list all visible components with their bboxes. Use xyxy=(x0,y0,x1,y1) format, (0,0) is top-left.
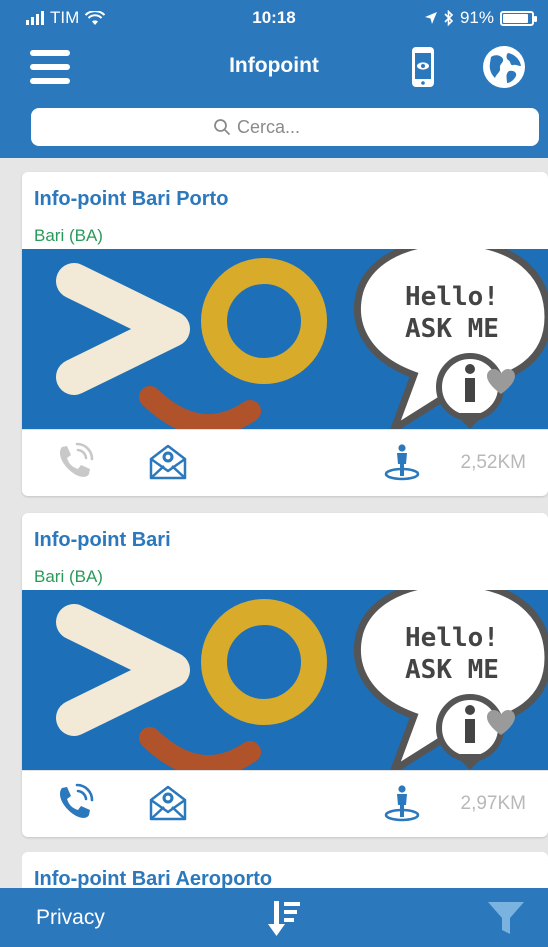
email-icon xyxy=(149,785,187,821)
infopoint-card[interactable]: Info-point Bari Porto Bari (BA) Hello! A… xyxy=(22,172,548,496)
sort-button[interactable] xyxy=(264,898,304,938)
email-button[interactable] xyxy=(148,442,188,482)
infopoint-card[interactable]: Info-point Bari Bari (BA) Hello! ASK ME xyxy=(22,513,548,837)
search-icon xyxy=(214,119,231,136)
bluetooth-icon xyxy=(444,10,454,26)
distance-label: 2,97KM xyxy=(460,793,526,814)
walking-person-icon xyxy=(384,444,420,481)
search-bar[interactable] xyxy=(31,108,539,146)
language-globe-button[interactable] xyxy=(482,45,526,89)
search-input[interactable] xyxy=(237,116,357,138)
banner-text-ask-me: ASK ME xyxy=(405,314,499,344)
battery-icon xyxy=(500,10,537,26)
banner-text-hello: Hello! xyxy=(405,282,499,312)
card-title: Info-point Bari xyxy=(34,529,171,551)
location-arrow-icon xyxy=(424,12,437,24)
smartphone-eye-icon xyxy=(412,47,434,87)
call-button[interactable] xyxy=(54,442,94,482)
hello-ask-me-banner: Hello! ASK ME xyxy=(22,590,548,770)
phone-icon xyxy=(60,783,94,818)
card-actions: 2,52KM xyxy=(22,429,548,496)
favorite-heart-icon[interactable] xyxy=(486,368,516,396)
card-title: Info-point Bari Porto xyxy=(34,188,229,210)
filter-icon xyxy=(488,902,524,934)
banner-text-hello: Hello! xyxy=(405,623,499,653)
status-bar: TIM 10:18 91% xyxy=(0,0,548,38)
globe-icon xyxy=(483,46,525,88)
directions-button[interactable] xyxy=(382,783,422,823)
favorite-heart-icon[interactable] xyxy=(486,709,516,737)
call-button[interactable] xyxy=(54,783,94,823)
filter-button[interactable] xyxy=(486,898,526,938)
email-icon xyxy=(149,444,187,480)
distance-label: 2,52KM xyxy=(460,452,526,473)
menu-icon-bar xyxy=(30,64,70,70)
banner-text-ask-me: ASK ME xyxy=(405,655,499,685)
directions-button[interactable] xyxy=(382,442,422,482)
hello-ask-me-banner: Hello! ASK ME xyxy=(22,249,548,429)
walking-person-icon xyxy=(384,785,420,822)
phone-icon xyxy=(60,442,94,477)
bottom-toolbar: Privacy xyxy=(0,888,548,947)
menu-icon-bar xyxy=(30,50,70,56)
page-title: Infopoint xyxy=(229,54,319,77)
menu-icon-bar xyxy=(30,78,70,84)
app-header: TIM 10:18 91% Infopoint xyxy=(0,0,548,158)
card-actions: 2,97KM xyxy=(22,770,548,837)
email-button[interactable] xyxy=(148,783,188,823)
battery-percent: 91% xyxy=(459,8,494,27)
card-city: Bari (BA) xyxy=(34,226,103,245)
menu-button[interactable] xyxy=(30,50,70,84)
privacy-link[interactable]: Privacy xyxy=(36,906,105,930)
navigation-bar: Infopoint xyxy=(0,38,548,96)
sort-icon xyxy=(268,901,300,936)
card-city: Bari (BA) xyxy=(34,567,103,586)
smartphone-eye-button[interactable] xyxy=(410,45,436,89)
